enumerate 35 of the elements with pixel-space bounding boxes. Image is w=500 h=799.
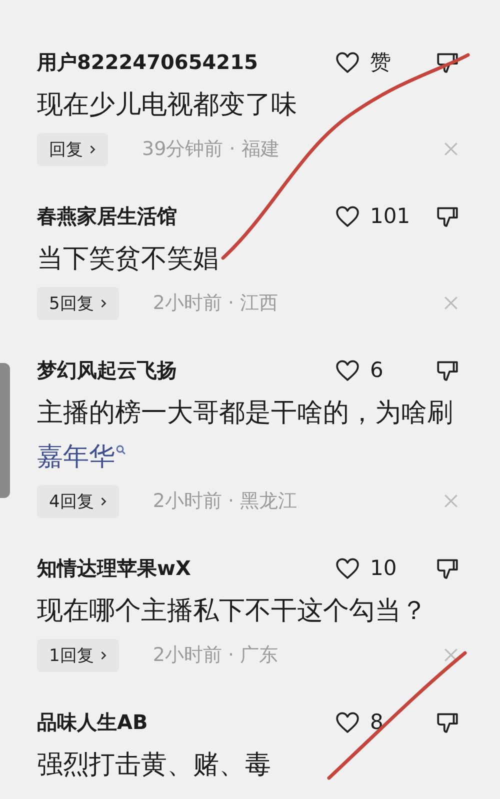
heart-icon[interactable] bbox=[335, 204, 360, 228]
time-location: 2小时前 · 江西 bbox=[152, 291, 280, 316]
heart-icon[interactable] bbox=[335, 710, 360, 734]
heart-icon[interactable] bbox=[335, 556, 360, 580]
user-name[interactable]: 春燕家居生活馆 bbox=[37, 202, 335, 230]
like-count: 10 bbox=[370, 556, 397, 580]
like-count: 8 bbox=[370, 710, 384, 734]
reply-button[interactable]: 4回复 bbox=[37, 484, 119, 518]
chevron-icon bbox=[89, 144, 96, 154]
search-icon[interactable] bbox=[116, 445, 126, 456]
comment-text: 当下笑贫不笑娼 bbox=[37, 243, 220, 276]
user-name[interactable]: 知情达理苹果wX bbox=[37, 554, 335, 582]
close-icon[interactable] bbox=[444, 648, 458, 662]
like-count: 101 bbox=[370, 204, 410, 228]
time-location: 2小时前 · 广东 bbox=[152, 643, 280, 668]
reply-button[interactable]: 5回复 bbox=[37, 286, 119, 320]
comment-text: 主播的榜一大哥都是干啥的，为啥刷 嘉年华 bbox=[37, 397, 454, 474]
user-name[interactable]: 品味人生AB bbox=[37, 708, 335, 736]
comment-text: 强烈打击黄、赌、毒 bbox=[37, 749, 272, 782]
time-location: 2小时前 · 黑龙江 bbox=[152, 489, 298, 514]
like-count: 赞 bbox=[370, 49, 391, 76]
time-location: 39分钟前 · 福建 bbox=[142, 137, 280, 162]
reply-button[interactable]: 回复 bbox=[37, 132, 108, 166]
chevron-icon bbox=[100, 298, 107, 308]
comment-text: 现在哪个主播私下不干这个勾当？ bbox=[37, 595, 428, 628]
user-name[interactable]: 梦幻风起云飞扬 bbox=[37, 356, 335, 384]
heart-icon[interactable] bbox=[335, 358, 360, 382]
chevron-icon bbox=[100, 650, 107, 660]
side-handle[interactable] bbox=[0, 363, 10, 498]
reply-button[interactable]: 1回复 bbox=[37, 638, 119, 672]
like-count: 6 bbox=[370, 358, 384, 382]
user-name[interactable]: 用户8222470654215 bbox=[37, 48, 335, 76]
heart-icon[interactable] bbox=[335, 50, 360, 74]
chevron-icon bbox=[100, 496, 107, 506]
comment-text: 现在少儿电视都变了味 bbox=[37, 89, 298, 122]
